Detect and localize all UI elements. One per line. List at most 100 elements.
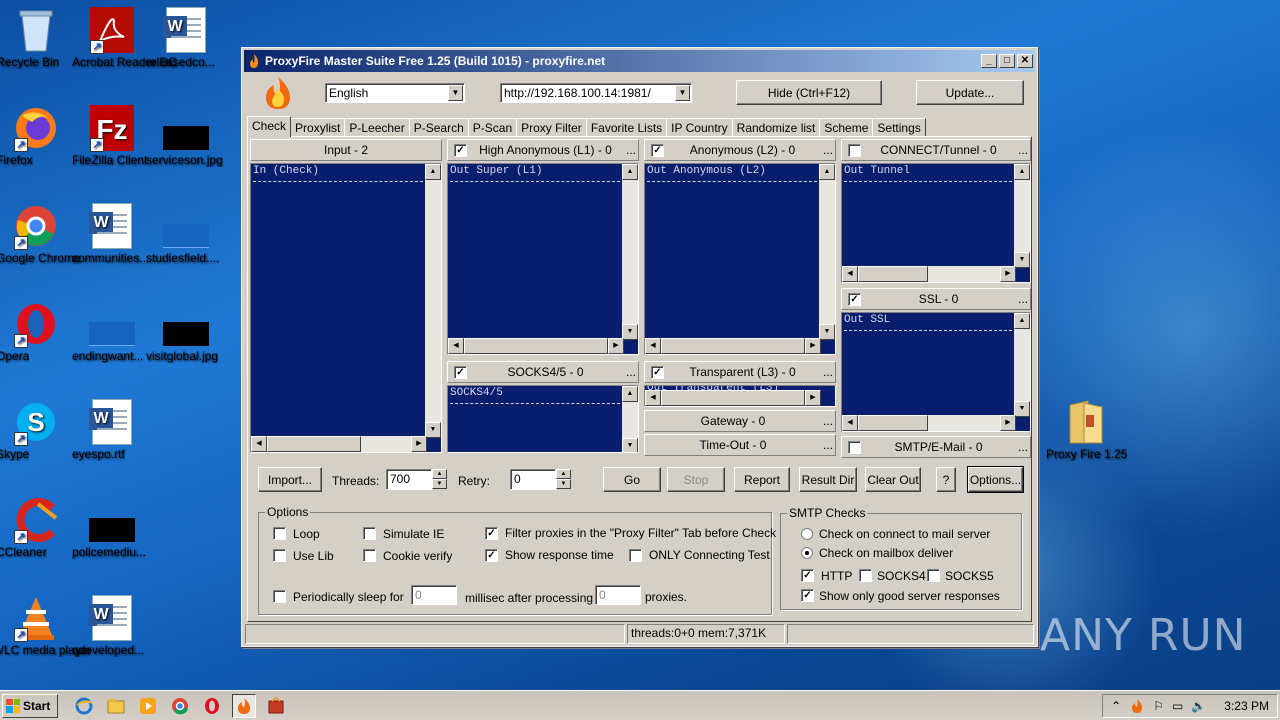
vertical-scrollbar[interactable]: ▲ ▼ (1014, 164, 1030, 268)
result-dir-button[interactable]: Result Dir (799, 467, 857, 492)
gateway-more-button[interactable]: ... (821, 414, 835, 428)
vertical-scrollbar[interactable]: ▲ ▼ (622, 386, 638, 452)
installer-taskbar-icon[interactable] (264, 694, 288, 718)
desktop-icon-firefox[interactable]: ↗ Firefox (0, 104, 76, 167)
desktop-icon-serviceson[interactable]: serviceson.jpg (146, 104, 226, 167)
desktop-icon-vlc[interactable]: ↗ VLC media player (0, 594, 91, 657)
desktop-icon-proxyfire-folder[interactable]: Proxy Fire 1.25 (1046, 398, 1127, 461)
media-player-icon[interactable] (136, 694, 160, 718)
maximize-button[interactable]: □ (999, 54, 1015, 68)
hide-button[interactable]: Hide (Ctrl+F12) (736, 80, 882, 105)
ssl-more-button[interactable]: ... (1016, 292, 1030, 306)
minimize-button[interactable]: _ (981, 54, 997, 68)
desktop-icon-communities[interactable]: W communities... (72, 202, 152, 265)
high-anon-checkbox[interactable]: ✓ (454, 143, 467, 157)
action-center-flag-icon[interactable]: ⚐ (1153, 699, 1164, 713)
opera-taskbar-icon[interactable] (200, 694, 224, 718)
socks-list[interactable]: SOCKS4/5 ▲ ▼ (447, 385, 639, 453)
proxies-count-input[interactable]: 0 (595, 585, 641, 605)
sleep-ms-input[interactable]: 0 (411, 585, 457, 605)
vertical-scrollbar[interactable]: ▲ ▼ (622, 164, 638, 340)
threads-spinner[interactable]: ▲ ▼ (432, 469, 447, 489)
high-anon-list[interactable]: Out Super (L1) ▲ ▼ ◀ ▶ (447, 163, 639, 355)
desktop-icon-endingwant[interactable]: endingwant... (72, 300, 152, 363)
use-lib-checkbox[interactable] (273, 549, 286, 562)
anon-list[interactable]: Out Anonymous (L2) ▲ ▼ ◀ ▶ (644, 163, 836, 355)
import-button[interactable]: Import... (258, 467, 322, 492)
tab-settings[interactable]: Settings (872, 118, 926, 137)
smtp-http-checkbox[interactable]: ✓ (801, 569, 814, 582)
horizontal-scrollbar[interactable]: ◀ ▶ (842, 415, 1016, 431)
vertical-scrollbar[interactable]: ▲ ▼ (819, 164, 835, 340)
high-anon-more-button[interactable]: ... (624, 143, 638, 157)
smtp-socks5-checkbox[interactable] (927, 569, 940, 582)
threads-input[interactable]: 700 (386, 469, 432, 490)
tray-expand-icon[interactable]: ⌃ (1111, 699, 1121, 713)
horizontal-scrollbar[interactable]: ◀ ▶ (448, 338, 624, 354)
transparent-checkbox[interactable]: ✓ (651, 365, 664, 379)
volume-icon[interactable]: 🔈 (1191, 699, 1206, 713)
loop-checkbox[interactable] (273, 527, 286, 540)
desktop-icon-skype[interactable]: S ↗ Skype (0, 398, 76, 461)
transparent-more-button[interactable]: ... (821, 365, 835, 379)
chevron-down-icon[interactable]: ▼ (448, 85, 463, 101)
check-on-mailbox-radio[interactable] (801, 547, 813, 559)
desktop-icon-acrobat[interactable]: ↗ Acrobat Reader DC (72, 6, 177, 69)
stop-button[interactable]: Stop (667, 467, 725, 492)
smtp-more-button[interactable]: ... (1016, 440, 1030, 454)
check-on-connect-radio[interactable] (801, 528, 813, 540)
language-select[interactable]: English ▼ (325, 83, 465, 103)
only-connecting-checkbox[interactable] (629, 549, 642, 562)
desktop-icon-ccleaner[interactable]: ↗ CCleaner (0, 496, 76, 559)
simulate-ie-checkbox[interactable] (363, 527, 376, 540)
chrome-taskbar-icon[interactable] (168, 694, 192, 718)
start-button[interactable]: Start (2, 693, 58, 718)
tab-p-search[interactable]: P-Search (408, 118, 469, 137)
anon-checkbox[interactable]: ✓ (651, 143, 664, 157)
go-button[interactable]: Go (603, 467, 661, 492)
tab-p-leecher[interactable]: P-Leecher (344, 118, 410, 137)
clock[interactable]: 3:23 PM (1224, 699, 1269, 713)
horizontal-scrollbar[interactable]: ◀ ▶ (645, 338, 821, 354)
help-button[interactable]: ? (936, 467, 956, 492)
ssl-checkbox[interactable]: ✓ (848, 292, 861, 306)
clear-out-button[interactable]: Clear Out (865, 467, 921, 492)
horizontal-scrollbar[interactable]: ◀ ▶ (251, 436, 427, 452)
vertical-scrollbar[interactable]: ▲ ▼ (425, 164, 441, 438)
transparent-list[interactable]: Out Transparent (L3) ◀▶ (644, 385, 836, 407)
desktop-icon-policemedium[interactable]: policemediu... (72, 496, 152, 559)
chevron-down-icon[interactable]: ▼ (675, 85, 690, 101)
socks-more-button[interactable]: ... (624, 365, 638, 379)
desktop-icon-filezilla[interactable]: Fz ↗ FileZilla Client (72, 104, 152, 167)
smtp-socks4-checkbox[interactable] (859, 569, 872, 582)
vertical-scrollbar[interactable]: ▲ ▼ (1014, 313, 1030, 417)
connect-list[interactable]: Out Tunnel ▲ ▼ ◀ ▶ (841, 163, 1031, 283)
desktop-icon-eyespo[interactable]: W eyespo.rtf (72, 398, 152, 461)
tab-ip-country[interactable]: IP Country (666, 118, 733, 137)
tab-proxylist[interactable]: Proxylist (290, 118, 346, 137)
connect-more-button[interactable]: ... (1016, 143, 1030, 157)
horizontal-scrollbar[interactable]: ◀ ▶ (842, 266, 1016, 282)
proxyfire-tray-icon[interactable] (1129, 698, 1145, 714)
desktop-icon-visitglobal[interactable]: visitglobal.jpg (146, 300, 226, 363)
close-button[interactable]: ✕ (1017, 54, 1033, 68)
horizontal-scrollbar[interactable]: ◀ ▶ (645, 390, 821, 406)
timeout-more-button[interactable]: ... (821, 438, 835, 452)
tab-randomize-list[interactable]: Randomize list (731, 118, 821, 137)
proxy-url-select[interactable]: http://192.168.100.14:1981/ ▼ (500, 83, 692, 103)
filter-proxies-checkbox[interactable]: ✓ (485, 527, 498, 540)
desktop-icon-releasedco[interactable]: W releasedco... (146, 6, 226, 69)
tab-favorite-lists[interactable]: Favorite Lists (585, 118, 668, 137)
update-button[interactable]: Update... (916, 80, 1024, 105)
desktop-icon-recycle-bin[interactable]: Recycle Bin (0, 6, 76, 69)
proxyfire-taskbar-icon[interactable] (232, 693, 256, 718)
options-button[interactable]: Options... (967, 466, 1024, 493)
network-icon[interactable]: ▭ (1172, 699, 1183, 713)
cookie-verify-checkbox[interactable] (363, 549, 376, 562)
retry-input[interactable]: 0 (510, 469, 556, 490)
connect-checkbox[interactable] (848, 143, 861, 157)
socks-checkbox[interactable]: ✓ (454, 365, 467, 379)
internet-explorer-icon[interactable] (72, 694, 96, 718)
tab-scheme[interactable]: Scheme (819, 118, 874, 137)
desktop-icon-qdeveloped[interactable]: W qdeveloped... (72, 594, 152, 657)
